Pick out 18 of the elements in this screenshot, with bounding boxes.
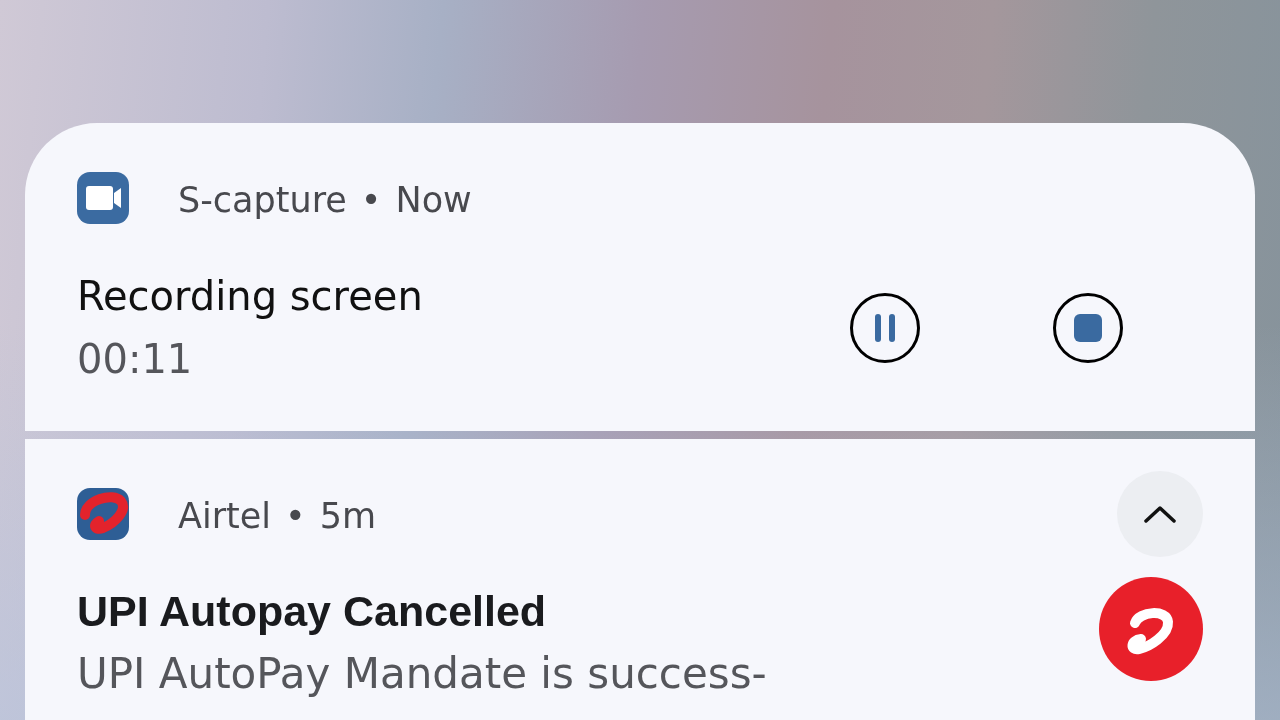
- swirl-app-icon: [77, 488, 129, 540]
- notification-title: Recording screen: [77, 272, 424, 320]
- separator: •: [285, 495, 306, 536]
- elapsed-time: 00:11: [77, 335, 194, 383]
- notification-text: UPI AutoPay Mandate is success-: [77, 649, 768, 699]
- app-name: S-capture: [178, 179, 347, 220]
- video-camera-icon: [77, 172, 129, 224]
- pause-button[interactable]: [850, 292, 920, 363]
- app-name: Airtel: [178, 495, 272, 536]
- chevron-up-icon: [1144, 504, 1176, 524]
- timestamp: 5m: [319, 495, 377, 536]
- stop-button[interactable]: [1053, 292, 1123, 363]
- large-swirl-icon: [1099, 577, 1203, 681]
- separator: •: [360, 179, 382, 220]
- timestamp: Now: [395, 179, 472, 220]
- pause-icon: [875, 313, 895, 342]
- notification-title: UPI Autopay Cancelled: [77, 586, 548, 636]
- stop-icon: [1074, 313, 1102, 342]
